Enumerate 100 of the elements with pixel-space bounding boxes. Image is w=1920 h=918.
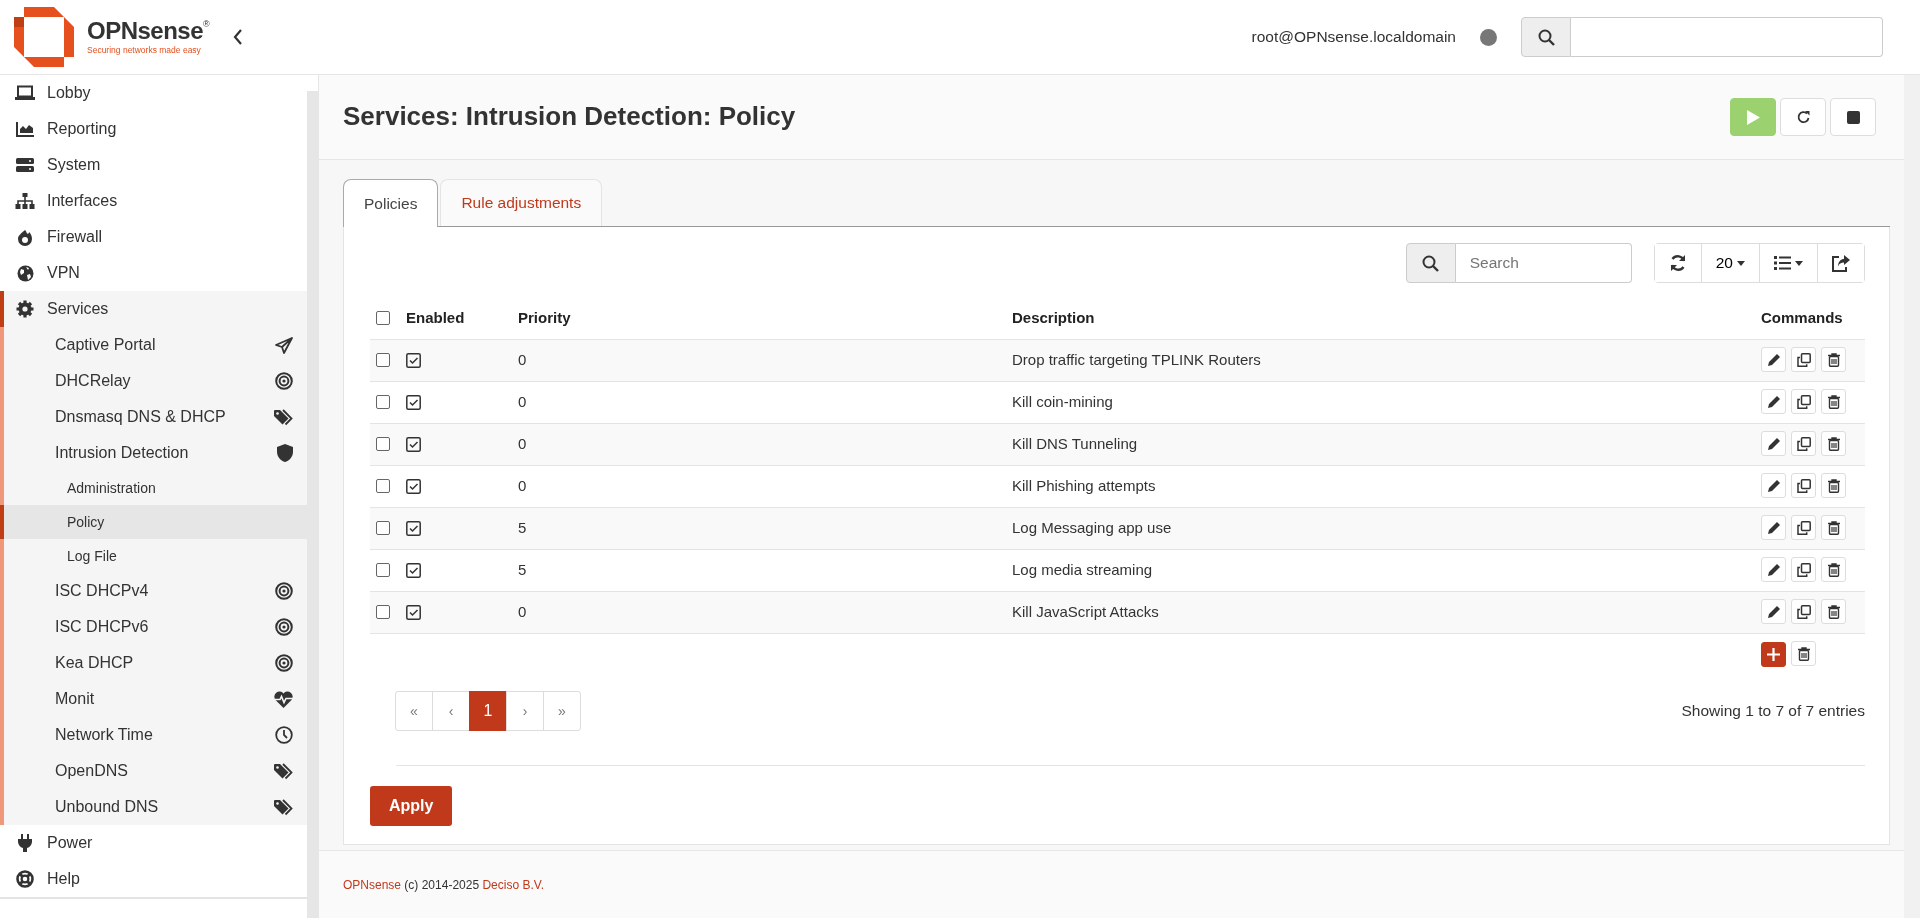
pencil-icon xyxy=(1766,604,1781,619)
row-checkbox[interactable] xyxy=(376,605,390,619)
submenu-item[interactable]: ISC DHCPv4 xyxy=(4,573,307,609)
row-checkbox[interactable] xyxy=(376,479,390,493)
menu-item[interactable]: Lobby xyxy=(0,75,307,111)
copy-button[interactable] xyxy=(1791,431,1816,456)
row-checkbox[interactable] xyxy=(376,437,390,451)
edit-button[interactable] xyxy=(1761,599,1786,624)
delete-button[interactable] xyxy=(1821,557,1846,582)
copy-button[interactable] xyxy=(1791,389,1816,414)
copy-button[interactable] xyxy=(1791,599,1816,624)
submenu-item[interactable]: Monit xyxy=(4,681,307,717)
menu-item[interactable]: VPN xyxy=(0,255,307,291)
select-all-checkbox[interactable] xyxy=(376,310,390,325)
edit-button[interactable] xyxy=(1761,389,1786,414)
menu-item[interactable]: Interfaces xyxy=(0,183,307,219)
apply-button[interactable]: Apply xyxy=(370,786,453,826)
enabled-indicator[interactable] xyxy=(406,437,421,453)
restart-service-button[interactable] xyxy=(1780,98,1826,136)
edit-button[interactable] xyxy=(1761,473,1786,498)
delete-button[interactable] xyxy=(1821,515,1846,540)
menu-item[interactable]: System xyxy=(0,147,307,183)
menu-item[interactable]: Help xyxy=(0,861,307,897)
tab[interactable]: Policies xyxy=(343,179,439,227)
row-checkbox[interactable] xyxy=(376,521,390,535)
table-cell: 0 xyxy=(518,434,527,452)
delete-button[interactable] xyxy=(1821,389,1846,414)
pagination-link[interactable]: › xyxy=(506,691,544,731)
pagination-link[interactable]: 1 xyxy=(469,691,507,731)
delete-button[interactable] xyxy=(1821,473,1846,498)
stop-service-button[interactable] xyxy=(1830,98,1876,136)
delete-selected-button[interactable] xyxy=(1791,641,1816,667)
search-field[interactable] xyxy=(1571,17,1883,57)
enabled-indicator[interactable] xyxy=(406,563,421,579)
submenu-item[interactable]: Network Time xyxy=(4,717,307,753)
search-field[interactable]: Search xyxy=(1455,243,1632,283)
delete-button[interactable] xyxy=(1821,599,1846,624)
search-button[interactable] xyxy=(1521,17,1571,57)
row-checkbox[interactable] xyxy=(376,353,390,367)
add-button[interactable] xyxy=(1761,641,1786,667)
tags-icon xyxy=(274,798,293,816)
refresh-button[interactable] xyxy=(1654,244,1702,282)
search-button[interactable] xyxy=(1405,243,1456,283)
copy-icon xyxy=(1796,478,1811,493)
caret-icon xyxy=(1795,260,1803,266)
row-checkbox[interactable] xyxy=(376,395,390,409)
submenu-item[interactable]: Policy xyxy=(0,505,307,539)
tab[interactable]: Rule adjustments xyxy=(440,179,603,226)
delete-button[interactable] xyxy=(1821,347,1846,372)
table-cell: 0 xyxy=(518,476,527,494)
submenu-item[interactable]: Intrusion Detection xyxy=(4,435,307,471)
copy-icon xyxy=(1796,604,1811,619)
play-icon xyxy=(1746,109,1760,125)
menu-item[interactable]: Power xyxy=(0,825,307,861)
enabled-indicator[interactable] xyxy=(406,353,421,369)
brand-link[interactable]: OPNsense xyxy=(343,877,402,892)
enabled-indicator[interactable] xyxy=(406,605,421,621)
column-header: Enabled xyxy=(406,308,465,326)
table-cell: Kill JavaScript Attacks xyxy=(1012,602,1159,620)
copy-button[interactable] xyxy=(1791,347,1816,372)
company-link[interactable]: Deciso B.V. xyxy=(482,877,544,892)
submenu-item[interactable]: Unbound DNS xyxy=(4,789,307,825)
edit-button[interactable] xyxy=(1761,347,1786,372)
edit-button[interactable] xyxy=(1761,515,1786,540)
footer-text: OPNsense (c) 2014-2025 Deciso B.V. xyxy=(343,876,544,894)
area-chart-icon xyxy=(16,121,34,137)
enabled-indicator[interactable] xyxy=(406,479,421,495)
globe-icon xyxy=(16,264,34,282)
submenu-item[interactable]: DHCRelay xyxy=(4,363,307,399)
start-service-button[interactable] xyxy=(1730,98,1776,136)
enabled-indicator[interactable] xyxy=(406,395,421,411)
menu-item[interactable]: Reporting xyxy=(0,111,307,147)
table-cell: Kill coin-mining xyxy=(1012,392,1113,410)
row-checkbox[interactable] xyxy=(376,563,390,577)
pencil-icon xyxy=(1766,436,1781,451)
submenu-item[interactable]: ISC DHCPv6 xyxy=(4,609,307,645)
pagination-link[interactable]: » xyxy=(543,691,581,731)
edit-button[interactable] xyxy=(1761,557,1786,582)
copy-button[interactable] xyxy=(1791,557,1816,582)
copy-button[interactable] xyxy=(1791,473,1816,498)
submenu-item[interactable]: Dnsmasq DNS & DHCP xyxy=(4,399,307,435)
stop-icon xyxy=(1846,110,1860,124)
submenu-item[interactable]: Log File xyxy=(4,539,307,573)
pencil-icon xyxy=(1766,562,1781,577)
submenu-item[interactable]: Kea DHCP xyxy=(4,645,307,681)
enabled-indicator[interactable] xyxy=(406,521,421,537)
submenu-item[interactable]: Administration xyxy=(4,471,307,505)
copy-button[interactable] xyxy=(1791,515,1816,540)
scrollbar[interactable] xyxy=(307,91,318,918)
collapse-sidebar-button[interactable] xyxy=(233,29,244,45)
submenu-item[interactable]: Captive Portal xyxy=(4,327,307,363)
delete-button[interactable] xyxy=(1821,431,1846,456)
scrollbar[interactable] xyxy=(1904,75,1920,918)
submenu-item[interactable]: OpenDNS xyxy=(4,753,307,789)
pencil-icon xyxy=(1766,352,1781,367)
search-icon xyxy=(1422,254,1440,272)
menu-item[interactable]: Firewall xyxy=(0,219,307,255)
edit-button[interactable] xyxy=(1761,431,1786,456)
brand-name: OPNsense$^{®}$ xyxy=(87,19,210,44)
pagination-link[interactable]: « xyxy=(395,691,433,731)
